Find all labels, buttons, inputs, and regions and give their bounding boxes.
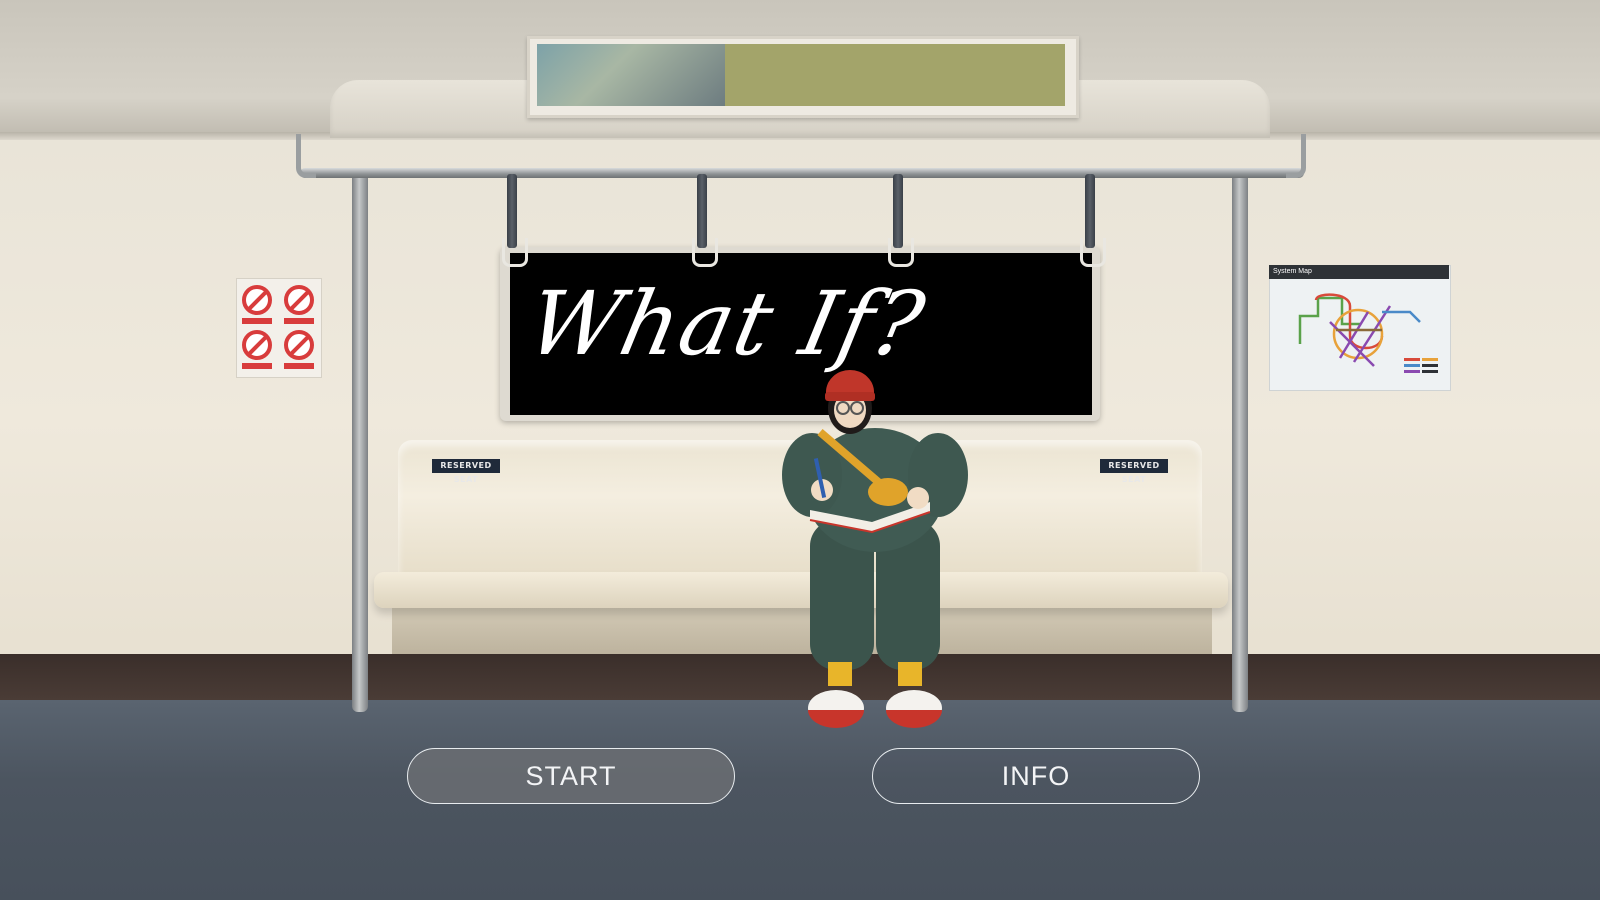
info-button[interactable]: INFO	[872, 748, 1200, 804]
game-title: What If?	[519, 272, 935, 375]
sign-caption	[242, 318, 272, 324]
hand-strap	[893, 174, 903, 248]
hand-grip	[1080, 238, 1106, 267]
grab-rail	[300, 168, 1304, 178]
no-smoking-icon	[242, 285, 272, 315]
no-eating-icon	[284, 285, 314, 315]
hand-grip	[502, 238, 528, 267]
map-header: System Map	[1269, 265, 1449, 279]
sign-caption	[242, 363, 272, 369]
info-button-label: INFO	[1001, 760, 1071, 791]
hand-strap	[1085, 174, 1095, 248]
no-bicycle-icon	[242, 330, 272, 360]
start-button[interactable]: START	[407, 748, 735, 804]
system-map-graphic	[1298, 293, 1438, 373]
player-character[interactable]	[780, 370, 970, 740]
start-button-label: START	[525, 760, 617, 791]
grab-pole-left	[352, 172, 368, 712]
hand-strap	[697, 174, 707, 248]
game-scene: System Map What If? RESERVED SEAT RESERV…	[0, 0, 1600, 900]
sign-caption	[284, 363, 314, 369]
no-fire-icon	[284, 330, 314, 360]
hand-grip	[692, 238, 718, 267]
hand-grip	[888, 238, 914, 267]
advertisement-graphic	[725, 44, 1065, 106]
reserved-seat-tag: RESERVED SEAT	[432, 459, 500, 484]
rail-bracket-left	[296, 134, 316, 178]
hand-strap	[507, 174, 517, 248]
grab-pole-right	[1232, 172, 1248, 712]
system-map-poster	[1269, 265, 1451, 391]
advertisement-photo	[537, 44, 725, 106]
sign-caption	[284, 318, 314, 324]
reserved-seat-tag: RESERVED SEAT	[1100, 459, 1168, 484]
rail-bracket-right	[1286, 134, 1306, 178]
character-figure	[782, 370, 968, 728]
